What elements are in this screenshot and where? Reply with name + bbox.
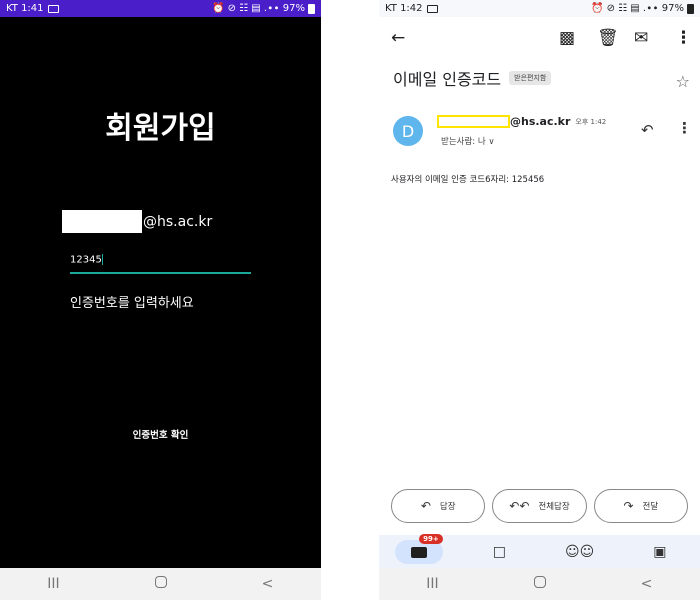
reply-button[interactable]: ↶ 답장 (391, 489, 486, 523)
verification-prompt: 인증번호를 입력하세요 (70, 296, 194, 311)
bottom-tab-bar: 99+ □ ☺☺ ▣ (379, 534, 700, 569)
back-arrow-icon[interactable]: ← (391, 28, 405, 48)
home-icon (533, 576, 546, 588)
tab-meet[interactable]: ▣ (636, 540, 684, 564)
home-button[interactable] (520, 576, 560, 592)
inbox-label-badge[interactable]: 받은편지함 (509, 71, 552, 85)
status-indicators: ⏰ ⊘ ☷ ▤ .∙∙ 97% (591, 3, 694, 14)
sender-name-redacted (437, 115, 510, 128)
home-button[interactable] (141, 576, 181, 592)
forward-button[interactable]: ↷ 전달 (593, 489, 688, 523)
more-vert-icon[interactable]: ⋮ (675, 28, 692, 48)
back-button[interactable]: < (248, 576, 288, 592)
status-time: KT 1:41 (6, 3, 44, 14)
status-indicator-text: ⏰ ⊘ ☷ ▤ .∙∙ 97% (590, 3, 684, 14)
email-toolbar: ← ▩ 🗑︎ ✉ ⋮ (379, 24, 700, 54)
status-indicator-text: ⏰ ⊘ ☷ ▤ .∙∙ 97% (211, 3, 305, 14)
verification-code-input[interactable]: 12345 (70, 250, 251, 274)
video-icon: ▣ (653, 544, 667, 560)
status-indicators: ⏰ ⊘ ☷ ▤ .∙∙ 97% (212, 3, 315, 14)
verification-code-value: 12345 (70, 254, 102, 266)
status-bar: KT 1:41 ⏰ ⊘ ☷ ▤ .∙∙ 97% (0, 0, 321, 17)
email-domain-label: @hs.ac.kr (143, 213, 213, 230)
screenshot-icon (426, 4, 438, 13)
battery-icon (687, 3, 694, 14)
mail-icon[interactable]: ✉ (634, 28, 648, 48)
star-icon[interactable]: ☆ (676, 72, 690, 91)
reply-icon[interactable]: ↶ (641, 121, 654, 139)
status-bar: KT 1:42 ⏰ ⊘ ☷ ▤ .∙∙ 97% (379, 0, 700, 17)
sender-info: @hs.ac.kr 오후 1:42 (437, 115, 606, 128)
recent-apps-button[interactable]: III (413, 576, 453, 592)
confirm-code-button[interactable]: 인증번호 확인 (0, 427, 321, 441)
unread-badge: 99+ (419, 534, 443, 544)
email-input-redacted[interactable] (62, 210, 142, 233)
mail-icon (411, 546, 428, 558)
tab-spaces[interactable]: ☺☺ (556, 540, 604, 564)
battery-icon (308, 3, 315, 14)
more-vert-icon[interactable]: ⋮ (677, 119, 692, 137)
subject-text: 이메일 인증코드 (393, 70, 502, 89)
page-title: 회원가입 (105, 111, 216, 146)
people-icon: ☺☺ (565, 544, 595, 560)
sender-avatar[interactable]: D (393, 116, 423, 146)
tab-chat[interactable]: □ (475, 540, 523, 564)
email-screen: KT 1:42 ⏰ ⊘ ☷ ▤ .∙∙ 97% ← ▩ 🗑︎ ✉ ⋮ 이메일 인… (379, 0, 700, 600)
back-button[interactable]: < (627, 576, 667, 592)
email-actions: ↶ 답장 ↶↶ 전체답장 ↷ 전달 (391, 489, 688, 523)
forward-label: 전달 (642, 502, 659, 512)
archive-icon[interactable]: ▩ (559, 28, 575, 48)
sender-domain: @hs.ac.kr (510, 115, 571, 128)
recipient-dropdown[interactable]: 받는사람: 나 ∨ (441, 135, 495, 147)
sent-time: 오후 1:42 (575, 117, 607, 126)
email-body: 사용자의 이메일 인증 코드6자리: 125456 (391, 175, 545, 185)
system-nav-bar: III < (379, 568, 700, 600)
reply-all-label: 전체답장 (538, 502, 570, 512)
trash-icon[interactable]: 🗑︎ (597, 28, 619, 48)
signup-screen: KT 1:41 ⏰ ⊘ ☷ ▤ .∙∙ 97% 회원가입 @hs.ac.kr 1… (0, 0, 321, 600)
screenshot-icon (47, 4, 59, 13)
reply-icon: ↶ (420, 499, 431, 513)
text-caret (101, 254, 103, 265)
tab-mail[interactable]: 99+ (395, 534, 444, 564)
chat-icon: □ (492, 544, 506, 560)
reply-label: 답장 (439, 502, 456, 512)
status-time: KT 1:42 (385, 3, 423, 14)
recent-apps-button[interactable]: III (34, 576, 74, 592)
reply-all-button[interactable]: ↶↶ 전체답장 (492, 489, 587, 523)
reply-all-icon: ↶↶ (509, 499, 530, 513)
home-icon (154, 576, 167, 588)
email-field[interactable]: @hs.ac.kr (62, 210, 212, 233)
forward-icon: ↷ (623, 499, 634, 513)
system-nav-bar: III < (0, 568, 321, 600)
email-subject: 이메일 인증코드 받은편지함 (393, 66, 552, 90)
